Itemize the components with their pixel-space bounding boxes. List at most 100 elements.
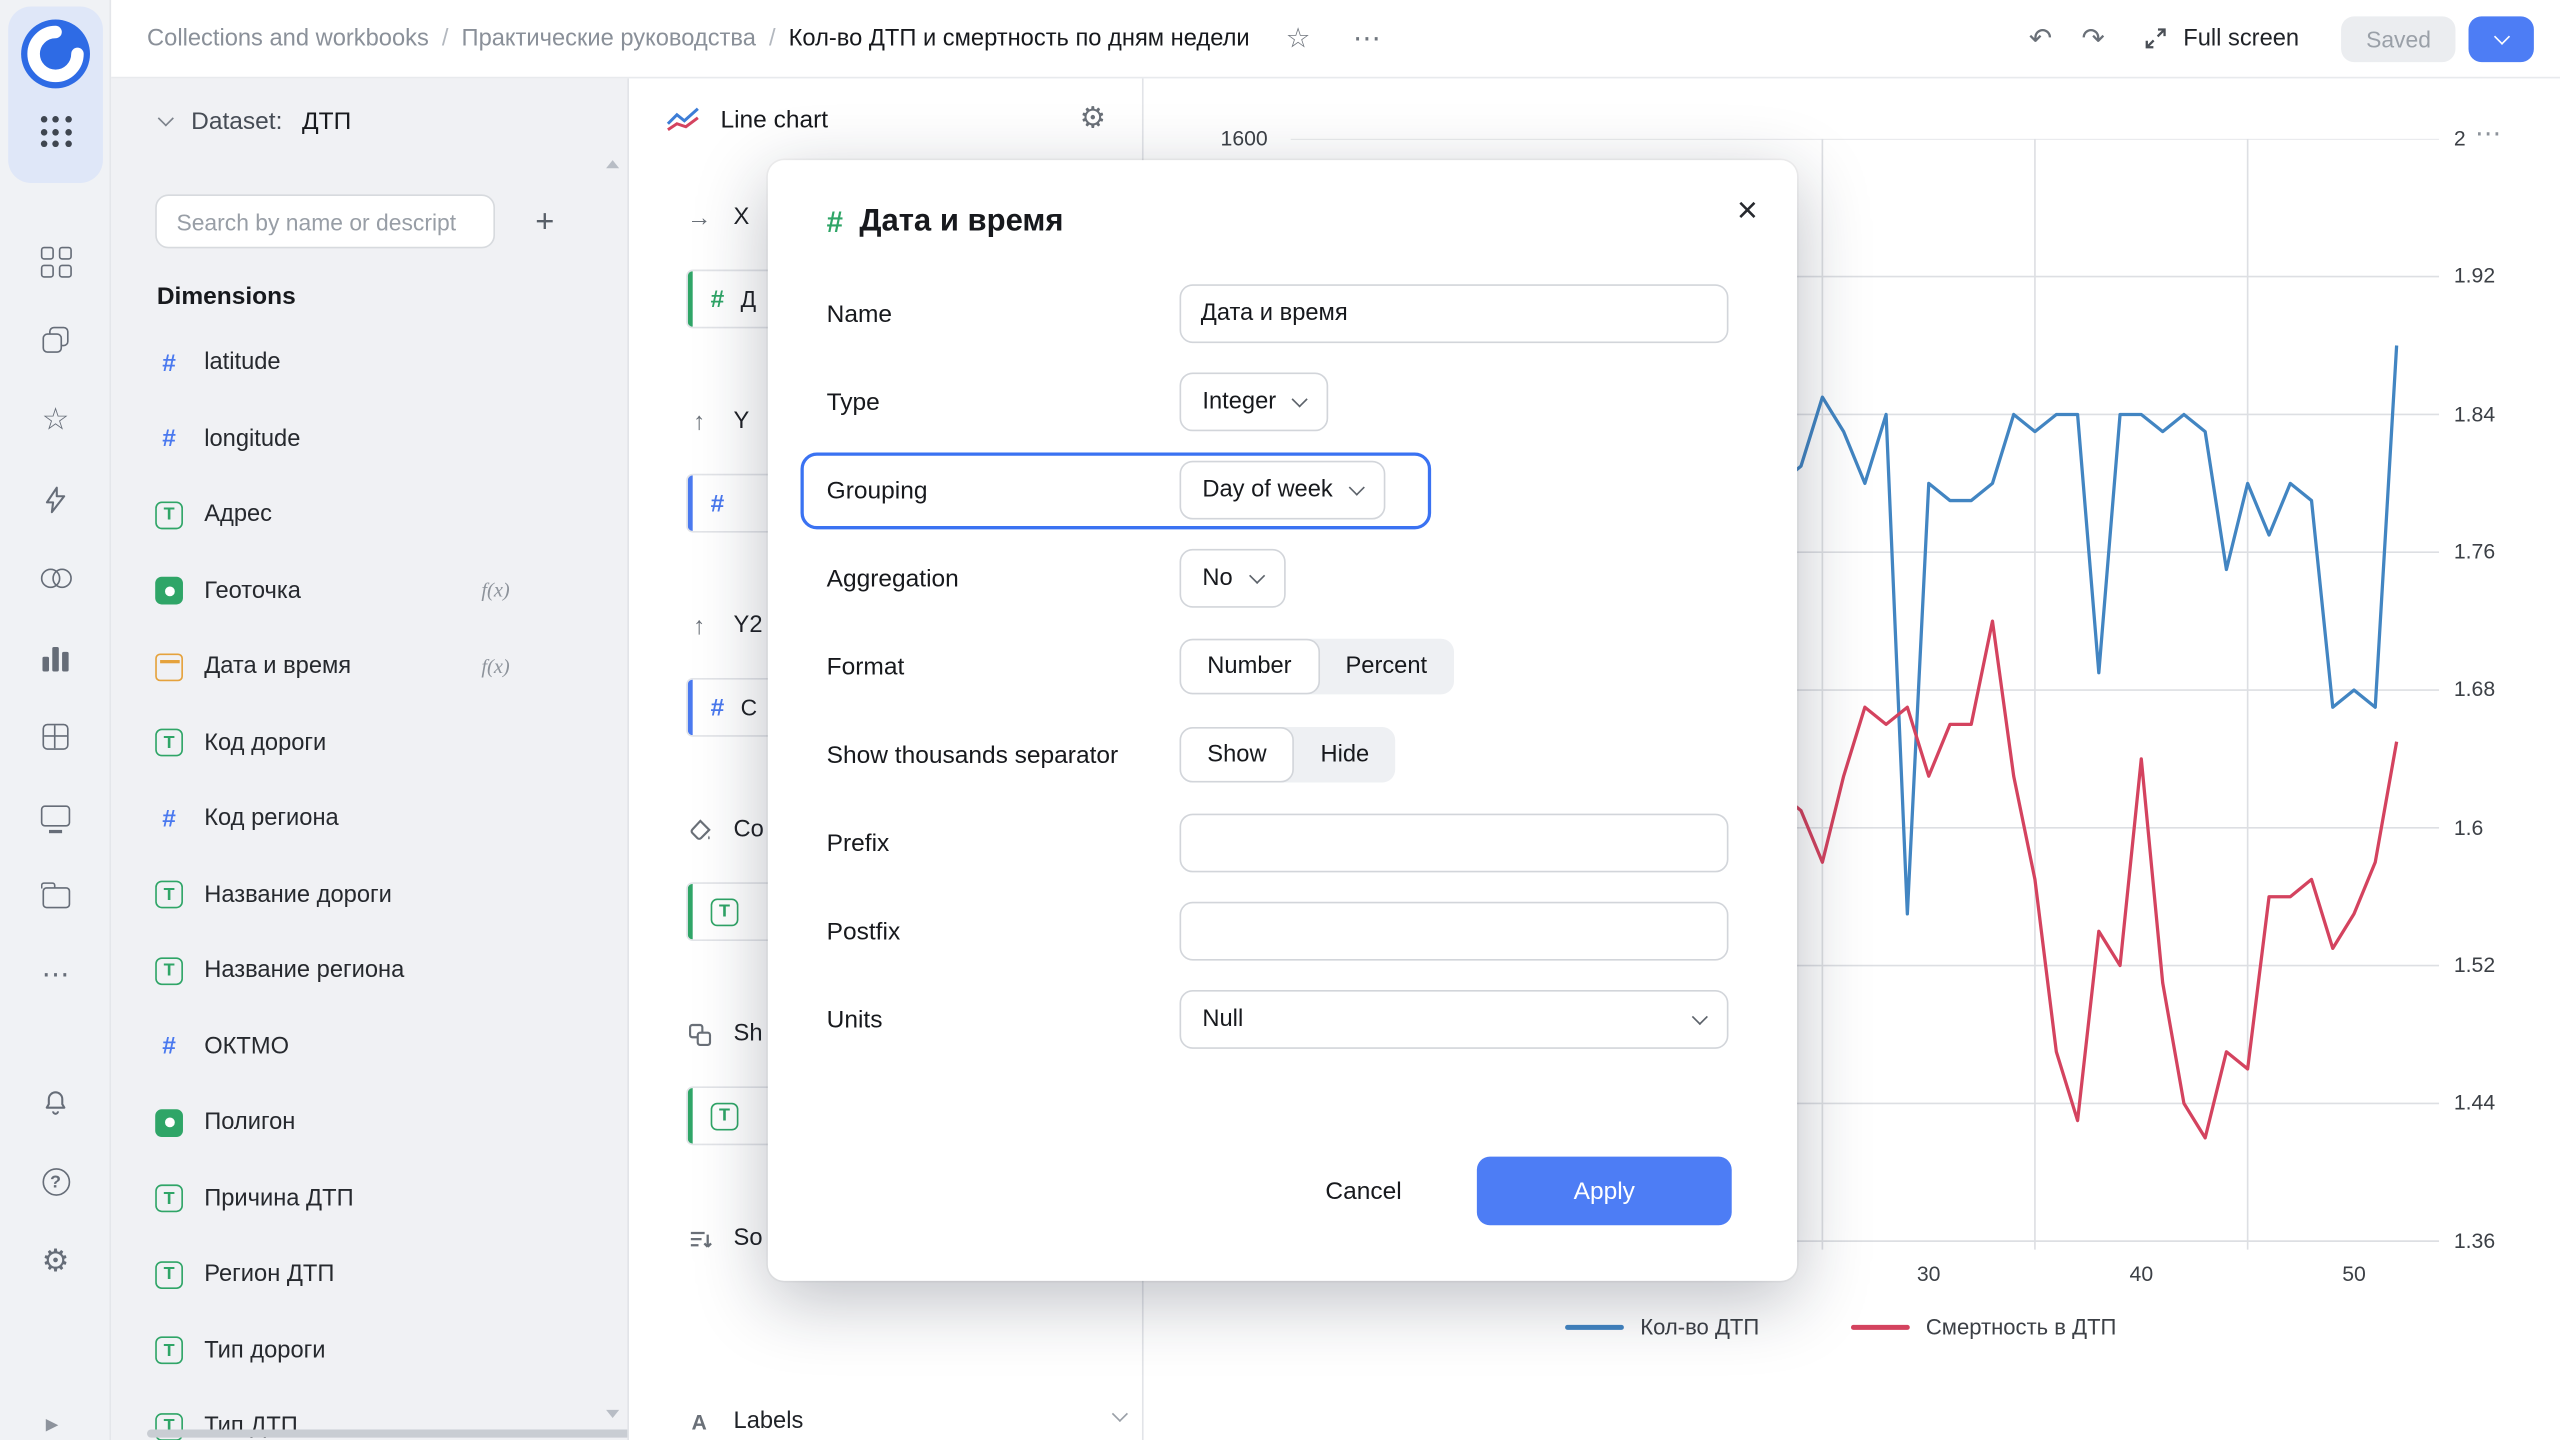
dataset-field-row[interactable]: T Регион ДТП — [111, 1237, 627, 1313]
sidebar-item-more[interactable]: ⋯ — [0, 935, 111, 1014]
sidebar-item-connections[interactable] — [0, 460, 111, 539]
chart-type-header[interactable]: Line chart — [629, 78, 1142, 160]
dataset-field-row[interactable]: T Тип дороги — [111, 1313, 627, 1389]
text-field-icon: T — [155, 1184, 183, 1213]
dataset-header[interactable]: Dataset: ДТП — [111, 78, 627, 163]
section-label: So — [733, 1225, 763, 1252]
sidebar-item-widgets[interactable] — [0, 222, 111, 301]
sidebar-item-monitoring[interactable] — [0, 777, 111, 856]
dataset-field-row[interactable]: # latitude — [111, 325, 627, 401]
cancel-button[interactable]: Cancel — [1325, 1177, 1401, 1205]
prefix-input[interactable] — [1179, 813, 1729, 873]
thousands-label: Show thousands separator — [826, 740, 1119, 769]
field-name: Название региона — [204, 957, 405, 984]
dataset-field-row[interactable]: Геоточка f(x) — [111, 553, 627, 629]
chart-settings-gear-icon[interactable]: ⚙ — [1080, 103, 1106, 132]
field-name: Тип дороги — [204, 1337, 326, 1364]
full-screen-button[interactable]: Full screen — [2144, 25, 2299, 51]
shapes-icon — [686, 1022, 712, 1047]
dataset-field-row[interactable]: # longitude — [111, 401, 627, 477]
chart-menu-icon[interactable]: ⋯ — [2475, 122, 2501, 149]
search-input[interactable] — [155, 194, 496, 249]
thousands-show-option[interactable]: Show — [1179, 726, 1295, 783]
grouping-select[interactable]: Day of week — [1179, 460, 1386, 520]
save-menu-button[interactable] — [2468, 15, 2534, 62]
chevron-down-icon — [1248, 566, 1265, 584]
dataset-field-row[interactable]: # ОКТМО — [111, 1009, 627, 1085]
sidebar-bottom: ? ⚙ — [0, 1064, 111, 1302]
apps-grid-icon[interactable] — [40, 115, 72, 148]
config-section-labels: A Labels — [629, 1384, 1142, 1440]
type-label: Type — [826, 388, 880, 416]
chevron-down-icon — [157, 109, 174, 126]
x-axis-tick: 50 — [2342, 1261, 2366, 1286]
dataset-field-row[interactable]: T Адрес — [111, 477, 627, 553]
section-label: Co — [733, 816, 764, 843]
monitor-icon — [40, 805, 71, 833]
dataset-field-row[interactable]: # Код региона — [111, 781, 627, 857]
number-field-icon: # — [710, 285, 725, 313]
dataset-field-row[interactable]: T Код дороги — [111, 705, 627, 781]
sidebar-item-collections[interactable] — [0, 301, 111, 380]
aggregation-select[interactable]: No — [1179, 548, 1285, 608]
breadcrumb-separator: / — [441, 25, 449, 52]
legend-line-swatch — [1565, 1324, 1624, 1330]
add-field-button[interactable]: + — [518, 194, 572, 248]
row-postfix: Postfix — [827, 901, 1732, 961]
legend-item[interactable]: Смертность в ДТП — [1850, 1315, 2116, 1340]
apply-button[interactable]: Apply — [1476, 1156, 1732, 1226]
sidebar-item-charts[interactable] — [0, 618, 111, 697]
dataset-field-row[interactable]: T Название дороги — [111, 857, 627, 933]
format-number-option[interactable]: Number — [1179, 638, 1320, 695]
section-label: Y2 — [733, 612, 763, 639]
sidebar-item-dashboards[interactable] — [0, 698, 111, 777]
formula-fx-icon: f(x) — [481, 578, 510, 602]
sidebar-item-files[interactable] — [0, 856, 111, 935]
sidebar-item-favorites[interactable]: ☆ — [0, 381, 111, 460]
undo-icon[interactable]: ↶ — [2029, 25, 2052, 53]
postfix-input[interactable] — [1179, 901, 1729, 961]
text-field-icon: T — [155, 956, 183, 985]
breadcrumb-item[interactable]: Практические руководства — [462, 25, 756, 51]
saved-button[interactable]: Saved — [2341, 15, 2456, 62]
dataset-field-row[interactable]: Полигон — [111, 1085, 627, 1161]
scroll-more-indicator[interactable] — [1111, 1398, 1128, 1427]
dataset-field-row[interactable]: T Название региона — [111, 933, 627, 1009]
dataset-field-row[interactable]: T Причина ДТП — [111, 1161, 627, 1237]
breadcrumb-item[interactable]: Collections and workbooks — [147, 25, 429, 51]
notifications-button[interactable] — [0, 1064, 111, 1143]
redo-icon[interactable]: ↷ — [2082, 25, 2105, 53]
section-label: Y — [733, 408, 750, 435]
thousands-hide-option[interactable]: Hide — [1294, 727, 1395, 783]
format-percent-option[interactable]: Percent — [1319, 639, 1453, 695]
folder-icon — [40, 881, 70, 909]
y-axis-tick: 1.36 — [2453, 1228, 2496, 1253]
arrow-right-icon: → — [686, 203, 712, 232]
sidebar-item-datasets[interactable] — [0, 539, 111, 618]
name-input[interactable] — [1179, 284, 1729, 344]
legend-item[interactable]: Кол-во ДТП — [1565, 1315, 1759, 1340]
settings-button[interactable]: ⚙ — [0, 1222, 111, 1301]
text-field-icon: T — [710, 1101, 739, 1130]
type-select[interactable]: Integer — [1179, 372, 1329, 432]
help-button[interactable]: ? — [0, 1143, 111, 1222]
row-prefix: Prefix — [827, 813, 1732, 873]
formula-fx-icon: f(x) — [481, 654, 510, 678]
horizontal-scrollbar[interactable] — [147, 1429, 628, 1438]
chevron-down-icon — [2493, 27, 2510, 45]
dataset-field-row[interactable]: Дата и время f(x) — [111, 629, 627, 705]
datalens-logo[interactable] — [18, 16, 93, 91]
scroll-up-icon[interactable] — [605, 160, 619, 169]
more-actions-icon[interactable]: ⋯ — [1353, 25, 1381, 53]
gear-icon: ⚙ — [41, 1244, 70, 1279]
chart-legend: Кол-во ДТП Смертность в ДТП — [1565, 1315, 2116, 1340]
sort-icon — [686, 1226, 712, 1251]
close-icon[interactable]: × — [1737, 192, 1758, 229]
grouping-label: Grouping — [826, 476, 928, 504]
units-select[interactable]: Null — [1179, 990, 1729, 1049]
chip-field-name: Д — [740, 285, 757, 313]
favorite-star-icon[interactable]: ☆ — [1286, 25, 1311, 53]
vertical-scrollbar[interactable] — [604, 160, 619, 1419]
collapse-panel-icon[interactable]: ▶ — [46, 1416, 59, 1434]
scroll-down-icon[interactable] — [605, 1409, 619, 1419]
